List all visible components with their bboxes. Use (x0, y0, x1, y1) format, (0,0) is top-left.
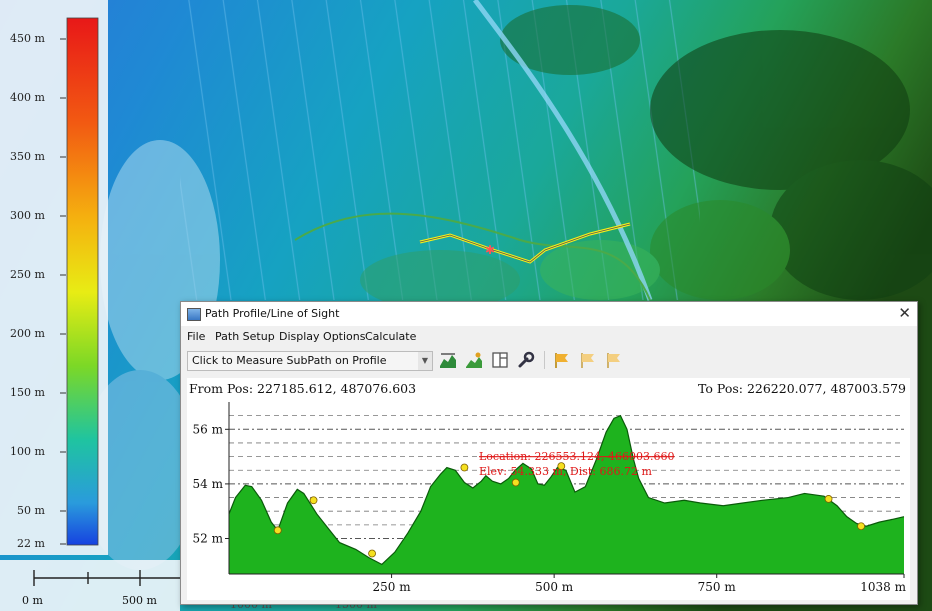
legend-label-400: 400 m (10, 91, 45, 104)
profile-marker[interactable] (309, 496, 318, 505)
cursor-elevation-label: Elev: 54.333 m, Dist: 686.72 m (479, 465, 652, 478)
dialog-title: Path Profile/Line of Sight (205, 307, 340, 320)
x-tick-label: 1038 m (860, 580, 906, 594)
legend-label-250: 250 m (10, 268, 45, 281)
profile-marker[interactable] (511, 478, 520, 487)
legend-label-100: 100 m (10, 445, 45, 458)
y-tick-label: 56 m (193, 422, 224, 436)
profile-view-icon[interactable] (439, 351, 457, 369)
x-tick-label: 250 m (373, 580, 412, 594)
close-icon[interactable]: ✕ (898, 304, 911, 322)
dialog-titlebar[interactable]: Path Profile/Line of Sight ✕ (181, 302, 917, 326)
measure-mode-select[interactable]: Click to Measure SubPath on Profile ▼ (187, 351, 433, 371)
legend-label-350: 350 m (10, 150, 45, 163)
path-profile-dialog[interactable]: Path Profile/Line of Sight ✕ File Path S… (180, 301, 918, 605)
y-tick-label: 54 m (193, 477, 224, 491)
legend-label-200: 200 m (10, 327, 45, 340)
menu-path-setup[interactable]: Path Setup (215, 330, 275, 343)
profile-marker[interactable] (824, 495, 833, 503)
wrench-icon[interactable] (517, 351, 535, 369)
measure-mode-value: Click to Measure SubPath on Profile (192, 354, 387, 367)
window-app-icon (187, 308, 201, 321)
x-tick-label: 500 m (535, 580, 574, 594)
y-tick-label: 52 m (193, 532, 224, 546)
panel-icon[interactable] (491, 351, 509, 369)
flag-left-icon[interactable] (579, 351, 597, 369)
profile-marker[interactable] (368, 549, 376, 558)
to-position: To Pos: 226220.077, 487003.579 (698, 381, 906, 396)
scale-label-0: 0 m (22, 594, 43, 607)
legend-label-22: 22 m (17, 537, 45, 550)
toolbar-separator (544, 351, 545, 369)
cursor-location-label: Location: 226553.124, 466003.660 (479, 450, 674, 463)
terrain-icon[interactable] (465, 351, 483, 369)
from-position: From Pos: 227185.612, 487076.603 (189, 381, 416, 396)
menu-calculate[interactable]: Calculate (365, 330, 416, 343)
menu-bar: File Path Setup Display Options Calculat… (181, 326, 917, 346)
menu-file[interactable]: File (187, 330, 205, 343)
legend-label-300: 300 m (10, 209, 45, 222)
profile-marker[interactable] (857, 522, 865, 531)
legend-label-50: 50 m (17, 504, 45, 517)
profile-marker[interactable] (273, 526, 282, 535)
profile-marker[interactable] (460, 463, 469, 472)
toolbar: Click to Measure SubPath on Profile ▼ (181, 346, 917, 374)
legend-label-450: 450 m (10, 32, 45, 45)
scale-label-500: 500 m (122, 594, 157, 607)
x-tick-label: 750 m (698, 580, 737, 594)
elevation-profile-chart[interactable]: From Pos: 227185.612, 487076.603 To Pos:… (187, 378, 910, 600)
flag-icon[interactable] (553, 351, 571, 369)
flag-right-icon[interactable] (605, 351, 623, 369)
chevron-down-icon[interactable]: ▼ (418, 352, 432, 370)
legend-label-150: 150 m (10, 386, 45, 399)
svg-text:✱: ✱ (485, 243, 495, 257)
menu-display-options[interactable]: Display Options (279, 330, 366, 343)
